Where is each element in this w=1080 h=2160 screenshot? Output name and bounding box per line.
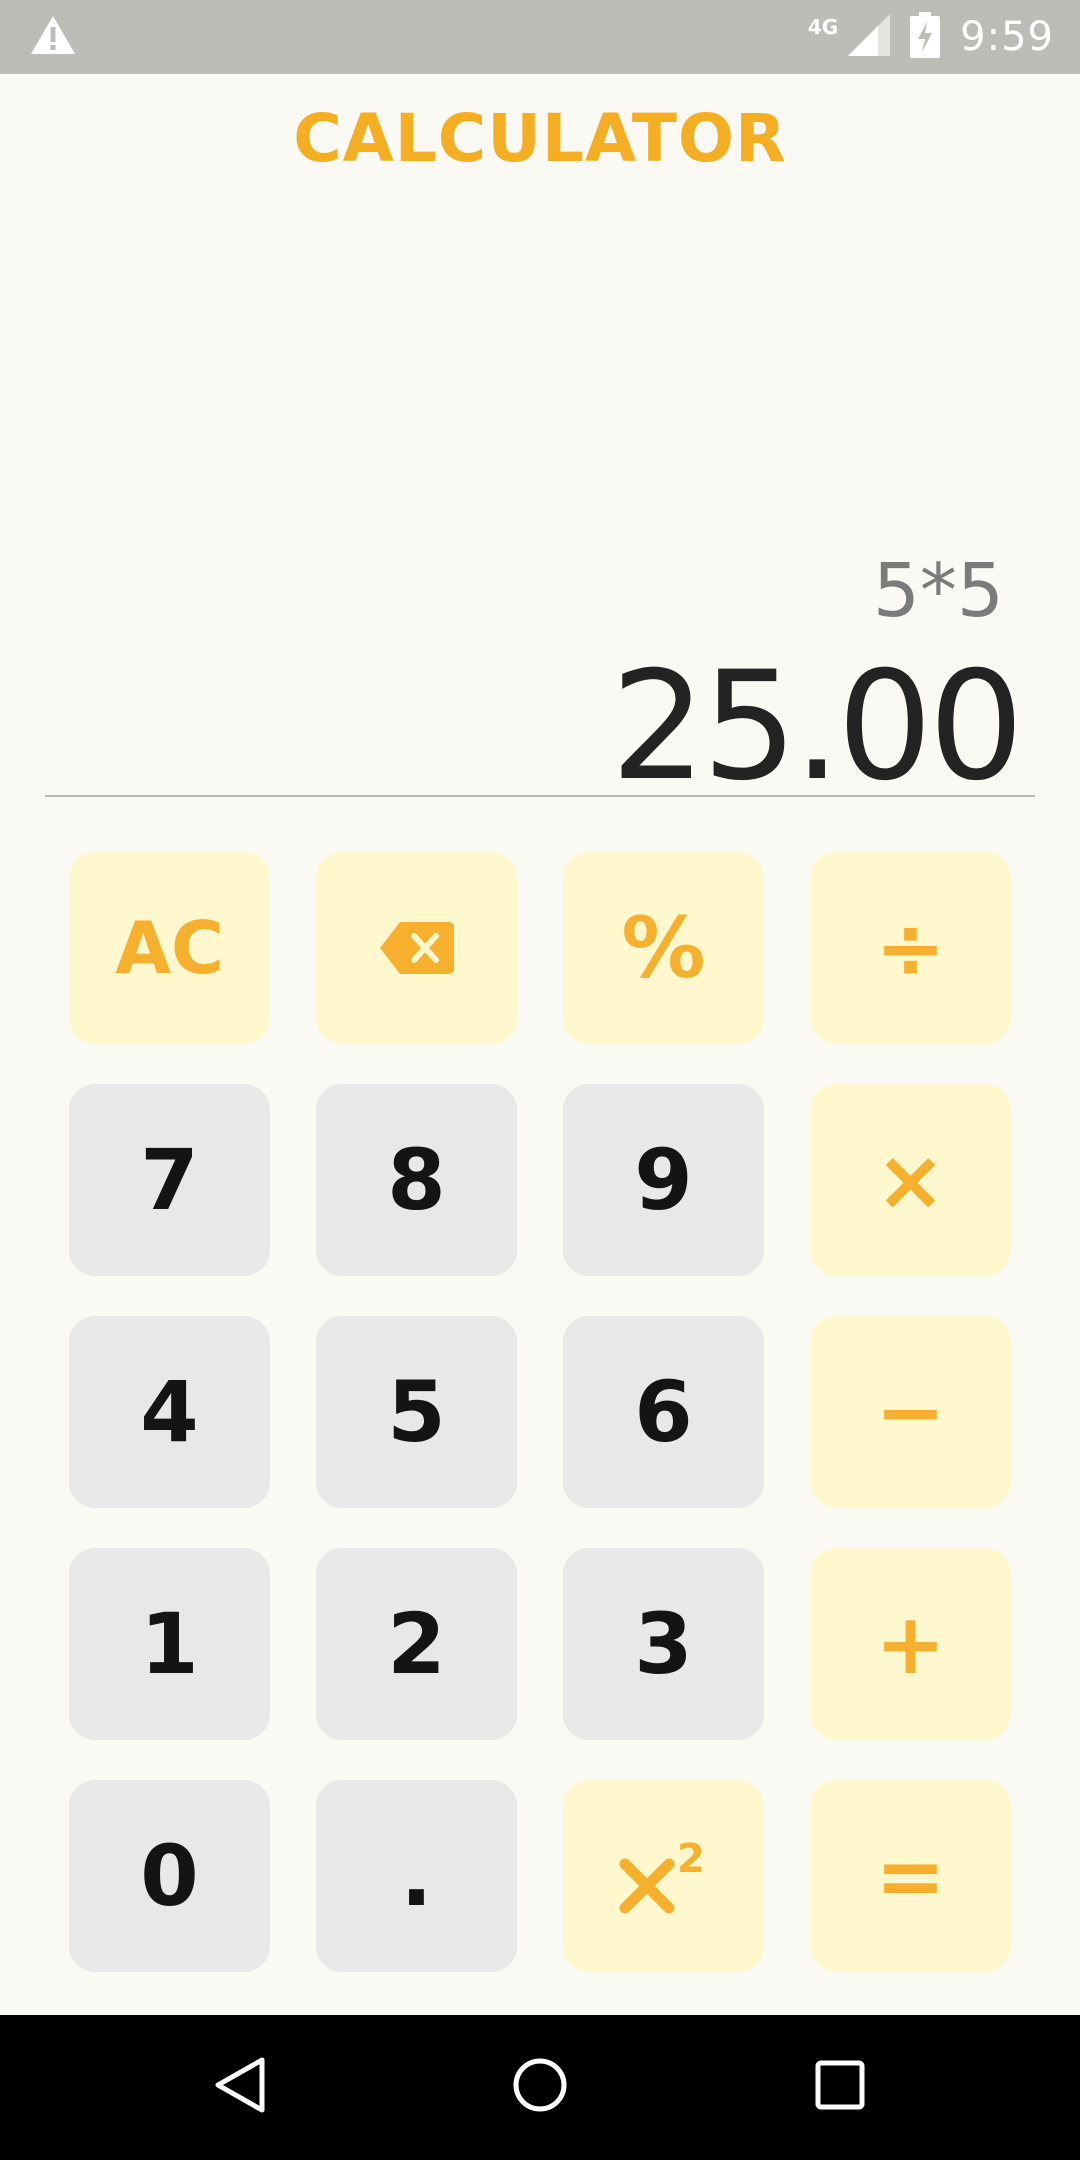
backspace-icon — [379, 922, 454, 974]
back-icon — [212, 2055, 268, 2120]
divide-button[interactable]: ÷ — [810, 852, 1011, 1044]
digit-2-button[interactable]: 2 — [316, 1548, 517, 1740]
digit-9-button[interactable]: 9 — [563, 1084, 764, 1276]
multiply-button[interactable]: × — [810, 1084, 1011, 1276]
digit-4-button[interactable]: 4 — [69, 1316, 270, 1508]
percent-button[interactable]: % — [563, 852, 764, 1044]
digit-8-button[interactable]: 8 — [316, 1084, 517, 1276]
battery-charging-icon — [910, 11, 941, 63]
plus-button[interactable]: + — [810, 1548, 1011, 1740]
signal-icon — [848, 13, 891, 61]
back-button[interactable] — [160, 2015, 320, 2160]
backspace-button[interactable] — [316, 852, 517, 1044]
warning-icon — [30, 15, 76, 60]
home-button[interactable] — [460, 2015, 620, 2160]
status-bar: 4G 9:59 — [0, 0, 1080, 74]
home-icon — [512, 2057, 568, 2118]
calculator-screen: 4G 9:59 CALCULATOR 5*5 25.00 AC % ÷ 7 8 … — [0, 0, 1080, 2160]
network-type-label: 4G — [807, 15, 839, 39]
svg-text:2: 2 — [677, 1836, 705, 1882]
digit-1-button[interactable]: 1 — [69, 1548, 270, 1740]
digit-7-button[interactable]: 7 — [69, 1084, 270, 1276]
digit-0-button[interactable]: 0 — [69, 1780, 270, 1972]
expression-display: 5*5 — [872, 548, 1004, 634]
decimal-point-button[interactable]: . — [316, 1780, 517, 1972]
navigation-bar — [0, 2015, 1080, 2160]
digit-6-button[interactable]: 6 — [563, 1316, 764, 1508]
x-squared-icon: 2 — [619, 1836, 709, 1916]
square-button[interactable]: 2 — [563, 1780, 764, 1972]
digit-5-button[interactable]: 5 — [316, 1316, 517, 1508]
display-divider — [45, 795, 1035, 797]
status-time: 9:59 — [960, 14, 1054, 60]
digit-3-button[interactable]: 3 — [563, 1548, 764, 1740]
result-display: 25.00 — [610, 640, 1024, 814]
app-title: CALCULATOR — [293, 100, 787, 177]
equals-button[interactable]: = — [810, 1780, 1011, 1972]
recents-icon — [814, 2059, 866, 2116]
keypad: AC % ÷ 7 8 9 × 4 5 6 − 1 2 3 + 0 . 2 = — [69, 852, 1011, 1972]
minus-button[interactable]: − — [810, 1316, 1011, 1508]
recents-button[interactable] — [760, 2015, 920, 2160]
clear-all-button[interactable]: AC — [69, 852, 270, 1044]
